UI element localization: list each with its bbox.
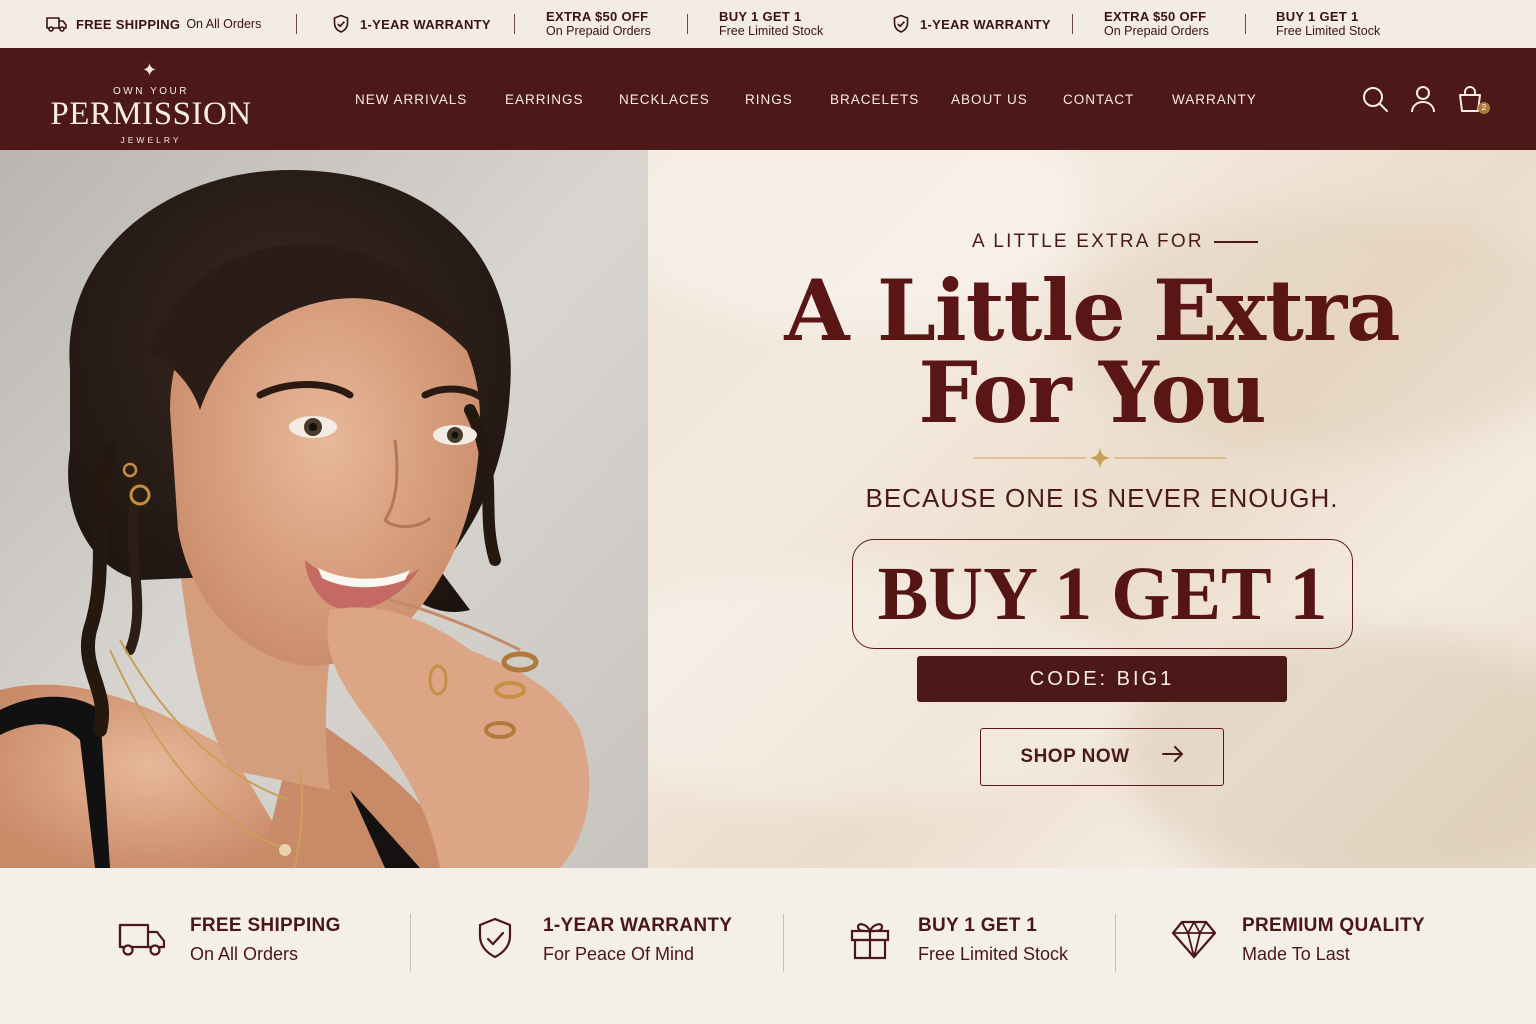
announcement-divider [296, 14, 297, 34]
diamond-icon [1168, 914, 1220, 964]
announcement-extra-off: EXTRA $50 OFF On Prepaid Orders [1104, 0, 1209, 48]
announcement-bar: FREE SHIPPING On All Orders 1-YEAR WARRA… [0, 0, 1536, 48]
promo-code-bar: CODE: BIG1 [917, 656, 1287, 702]
nav-item-warranty[interactable]: WARRANTY [1172, 92, 1257, 107]
announcement-title: FREE SHIPPING [76, 16, 181, 32]
hero-model-image [0, 150, 648, 868]
announcement-title: EXTRA $50 OFF [546, 9, 649, 24]
announcement-bogo: BUY 1 GET 1 Free Limited Stock [1276, 0, 1380, 48]
announcement-divider [1245, 14, 1246, 34]
announcement-title: BUY 1 GET 1 [719, 9, 802, 24]
feature-sub: For Peace Of Mind [543, 944, 695, 964]
announcement-sub: Free Limited Stock [1276, 24, 1381, 38]
announcement-title: BUY 1 GET 1 [1276, 9, 1359, 24]
announcement-sub: Free Limited Stock [719, 24, 824, 38]
announcement-warranty: 1-YEAR WARRANTY [330, 0, 491, 48]
announcement-sub: On Prepaid Orders [1104, 24, 1209, 38]
shield-check-icon [469, 914, 521, 964]
feature-sub: On All Orders [190, 944, 299, 964]
hero-headline-line1: A Little Extra [784, 261, 1400, 360]
gift-icon [844, 914, 896, 964]
feature-quality: PREMIUM QUALITY Made To Last [1168, 914, 1425, 970]
feature-sub: Free Limited Stock [918, 944, 1069, 964]
feature-free-shipping: FREE SHIPPING On All Orders [116, 914, 341, 970]
search-icon[interactable] [1360, 84, 1390, 114]
ornament-divider [974, 448, 1226, 468]
logo-tagline-bottom: JEWELRY [120, 135, 182, 145]
feature-sub: Made To Last [1242, 944, 1350, 964]
sparkle-icon [1090, 448, 1110, 468]
shield-check-icon [890, 13, 912, 35]
nav-item-earrings[interactable]: EARRINGS [505, 92, 584, 107]
eyebrow-dash [1213, 241, 1258, 243]
announcement-divider [1072, 14, 1073, 34]
nav-item-necklaces[interactable]: NECKLACES [619, 92, 710, 107]
hero-eyebrow-text: A LITTLE EXTRA FOR [972, 231, 1204, 252]
announcement-title: 1-YEAR WARRANTY [360, 16, 491, 32]
feature-title: 1-YEAR WARRANTY [543, 915, 733, 936]
feature-divider [783, 914, 784, 972]
logo-wordmark: PERMISSION [50, 96, 252, 132]
features-strip: FREE SHIPPING On All Orders 1-YEAR WARRA… [0, 868, 1536, 1024]
announcement-free-shipping: FREE SHIPPING On All Orders [46, 0, 261, 48]
feature-title: PREMIUM QUALITY [1242, 915, 1425, 936]
hero-headline: A Little Extra For You [648, 261, 1536, 442]
cart-count-badge: 2 [1478, 102, 1490, 114]
account-icon[interactable] [1408, 84, 1438, 114]
announcement-extra-off: EXTRA $50 OFF On Prepaid Orders [546, 0, 651, 48]
announcement-divider [687, 14, 688, 34]
nav-item-about-us[interactable]: ABOUT US [951, 92, 1028, 107]
offer-badge: BUY 1 GET 1 [852, 539, 1353, 649]
cart-icon[interactable]: 2 [1456, 84, 1490, 114]
nav-item-rings[interactable]: RINGS [745, 92, 793, 107]
announcement-sub: On Prepaid Orders [546, 24, 651, 38]
truck-icon [46, 13, 68, 35]
main-nav: ✦ OWN YOUR PERMISSION JEWELRY NEW ARRIVA… [0, 48, 1536, 150]
shop-now-label: SHOP NOW [1020, 746, 1130, 767]
nav-item-new-arrivals[interactable]: NEW ARRIVALS [355, 92, 467, 107]
announcement-bogo: BUY 1 GET 1 Free Limited Stock [719, 0, 823, 48]
offer-text: BUY 1 GET 1 [877, 551, 1328, 636]
truck-icon [116, 914, 168, 964]
announcement-warranty: 1-YEAR WARRANTY [890, 0, 1051, 48]
announcement-title: 1-YEAR WARRANTY [920, 16, 1051, 32]
arrow-right-icon [1161, 746, 1184, 768]
nav-item-contact[interactable]: CONTACT [1063, 92, 1134, 107]
announcement-sub: On All Orders [186, 17, 262, 31]
sparkle-icon: ✦ [142, 60, 158, 80]
shield-check-icon [330, 13, 352, 35]
feature-warranty: 1-YEAR WARRANTY For Peace Of Mind [469, 914, 732, 970]
feature-bogo: BUY 1 GET 1 Free Limited Stock [844, 914, 1068, 970]
feature-title: BUY 1 GET 1 [918, 915, 1038, 936]
hero-eyebrow: A LITTLE EXTRA FOR [972, 231, 1258, 253]
brand-logo[interactable]: ✦ OWN YOUR PERMISSION JEWELRY [46, 58, 256, 145]
hero-headline-line2: For You [918, 343, 1266, 442]
nav-item-bracelets[interactable]: BRACELETS [830, 92, 919, 107]
announcement-title: EXTRA $50 OFF [1104, 9, 1207, 24]
shop-now-button[interactable]: SHOP NOW [980, 728, 1224, 786]
promo-code-text: CODE: BIG1 [1029, 667, 1175, 690]
hero-promo-panel: A LITTLE EXTRA FOR A Little Extra For Yo… [648, 150, 1536, 868]
feature-title: FREE SHIPPING [190, 915, 341, 936]
feature-divider [410, 914, 411, 972]
feature-divider [1115, 914, 1116, 972]
hero-subhead: BECAUSE ONE IS NEVER ENOUGH. [865, 483, 1339, 513]
announcement-divider [514, 14, 515, 34]
